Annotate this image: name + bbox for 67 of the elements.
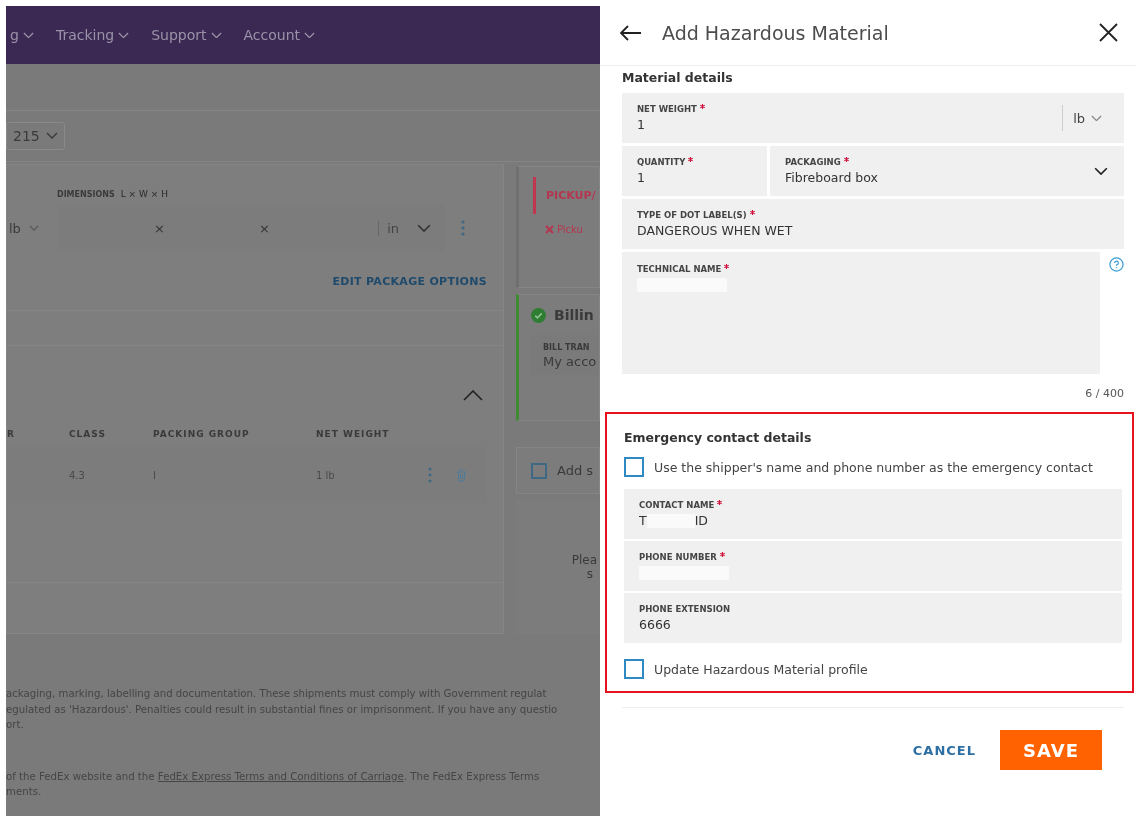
chevron-down-icon xyxy=(1091,114,1102,122)
field-label: PHONE NUMBER xyxy=(639,551,717,562)
column-header: CLASS xyxy=(69,429,107,439)
nav-item[interactable]: Tracking xyxy=(55,27,130,43)
section-heading: Material details xyxy=(622,70,734,85)
field-value: ID xyxy=(694,513,708,528)
text-area[interactable]: TECHNICAL NAME xyxy=(622,252,1100,374)
chevron-down-icon xyxy=(210,31,222,39)
field-label: CONTACT NAME xyxy=(639,499,715,510)
notice-text: s xyxy=(586,567,593,582)
field-value: Fibreboard box xyxy=(785,170,878,185)
column-header: PACKING GROUP xyxy=(153,429,251,439)
nav-item[interactable]: Account xyxy=(243,27,316,43)
text-field[interactable]: QUANTITY 1 xyxy=(622,146,767,196)
checkbox[interactable] xyxy=(531,462,547,479)
nav-item[interactable]: g xyxy=(10,27,34,43)
field-value: T xyxy=(639,513,647,528)
error-icon xyxy=(545,225,554,234)
field-value: 6666 xyxy=(639,617,671,632)
help-icon[interactable] xyxy=(1109,257,1124,272)
field-label: PHONE EXTENSION xyxy=(639,603,731,614)
column-header: NET WEIGHT xyxy=(316,429,390,439)
error-message: Picku xyxy=(557,224,583,235)
field-hint: L × W × H xyxy=(120,189,168,199)
field-label: PACKAGING xyxy=(785,156,841,167)
section-heading: Emergency contact details xyxy=(624,430,813,445)
checkbox-label: Add s xyxy=(557,463,594,479)
text-field[interactable]: TYPE OF DOT LABEL(S) DANGEROUS WHEN WET xyxy=(622,199,1124,249)
field-value: 1 xyxy=(637,170,645,185)
field-label: TYPE OF DOT LABEL(S) xyxy=(637,209,747,220)
panel-title: Add Hazardous Material xyxy=(662,21,890,44)
field-label: TECHNICAL NAME xyxy=(637,264,722,274)
net-weight-field[interactable]: NET WEIGHT 1 lb xyxy=(622,93,1124,143)
back-icon[interactable] xyxy=(620,24,642,41)
text-field[interactable]: CONTACT NAME T ID xyxy=(624,489,1122,539)
field-label: NET WEIGHT xyxy=(637,103,697,114)
nav-item[interactable]: Support xyxy=(151,27,222,43)
checkbox[interactable] xyxy=(624,457,644,477)
field-value: DANGEROUS WHEN WET xyxy=(637,223,793,238)
text-field[interactable]: PHONE NUMBER xyxy=(624,541,1122,591)
field-label: QUANTITY xyxy=(637,156,686,167)
card-title: Billin xyxy=(554,307,594,324)
chevron-down-icon xyxy=(1094,166,1108,176)
save-button[interactable]: SAVE xyxy=(1000,730,1102,770)
chevron-down-icon xyxy=(22,31,34,39)
chevron-down-icon xyxy=(118,31,130,39)
checkbox[interactable] xyxy=(624,659,644,679)
text-field[interactable]: PHONE EXTENSION 6666 xyxy=(624,593,1122,643)
checkbox-option[interactable]: Use the shipper's name and phone number as the emergency contact xyxy=(624,457,1122,477)
times-sign: × xyxy=(153,220,166,236)
chevron-down-icon xyxy=(417,223,431,233)
column-header: R xyxy=(7,429,16,439)
checkbox-option[interactable]: Update Hazardous Material profile xyxy=(624,659,1122,679)
unit-dropdown[interactable]: lb xyxy=(1062,105,1108,131)
collapse-icon[interactable] xyxy=(463,390,483,401)
close-icon[interactable] xyxy=(1099,23,1118,42)
unit-dropdown[interactable]: lb xyxy=(7,219,57,237)
field-value: 1 xyxy=(637,117,645,132)
packaging-dropdown[interactable]: PACKAGING Fibreboard box xyxy=(770,146,1124,196)
chevron-down-icon xyxy=(45,132,58,140)
field-label: DIMENSIONS xyxy=(57,190,115,199)
times-sign: × xyxy=(258,220,271,236)
chevron-down-icon xyxy=(304,31,316,39)
notice-text: Plea xyxy=(571,553,597,568)
cancel-button[interactable]: CANCEL xyxy=(912,734,976,766)
character-counter: 6 / 400 xyxy=(1085,387,1124,400)
chevron-down-icon xyxy=(28,225,39,231)
